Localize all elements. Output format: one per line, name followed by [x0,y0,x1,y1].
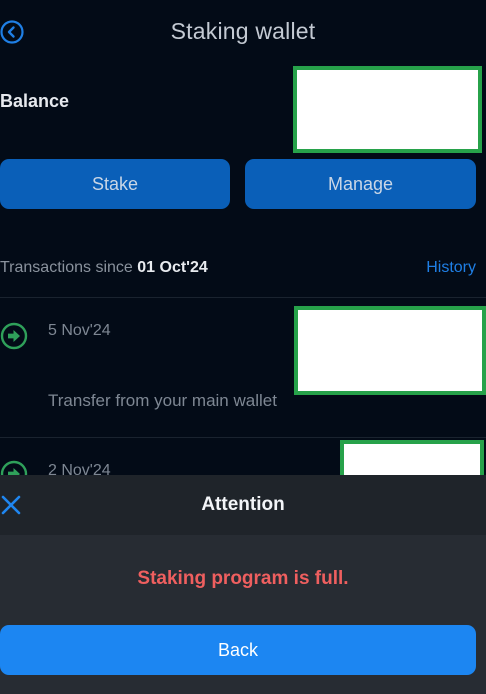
modal-header: Attention [0,475,486,535]
divider [0,297,486,298]
modal-title: Attention [201,494,285,515]
back-button[interactable]: Back [0,625,476,675]
transactions-since-prefix: Transactions since [0,259,138,276]
attention-modal: Attention Staking program is full. Back [0,475,486,694]
error-message: Staking program is full. [137,568,349,589]
arrow-right-circle-icon [0,322,28,350]
stake-button[interactable]: Stake [0,159,230,209]
transactions-since-label: Transactions since 01 Oct'24 [0,259,208,277]
manage-button[interactable]: Manage [245,159,476,209]
transaction-description: Transfer from your main wallet [48,391,277,410]
transactions-since-date: 01 Oct'24 [137,259,208,276]
redacted-balance-value [293,66,482,153]
app-header: Staking wallet [0,0,486,64]
balance-label: Balance [0,91,70,111]
history-link[interactable]: History [426,259,476,277]
transaction-date: 5 Nov'24 [48,322,111,339]
divider [0,437,486,438]
staking-wallet-screen: Staking wallet Balance Stake Manage Tran… [0,0,486,694]
redacted-transaction-amount [294,306,486,395]
page-title: Staking wallet [170,18,316,44]
